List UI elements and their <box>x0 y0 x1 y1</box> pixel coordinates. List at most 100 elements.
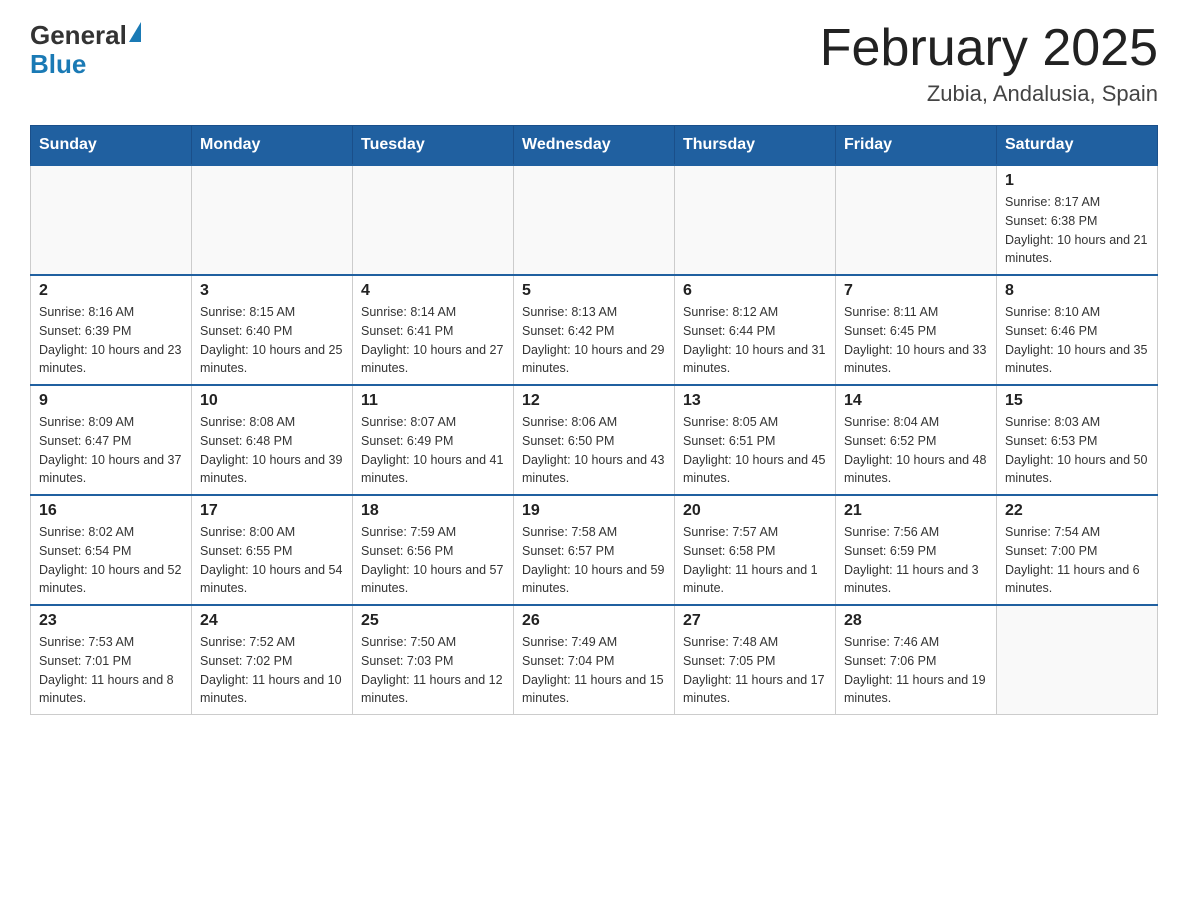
day-info: Sunrise: 8:10 AMSunset: 6:46 PMDaylight:… <box>1005 303 1149 378</box>
calendar-cell: 1 Sunrise: 8:17 AMSunset: 6:38 PMDaylight… <box>997 165 1158 275</box>
calendar-cell <box>353 165 514 275</box>
calendar-cell: 25 Sunrise: 7:50 AMSunset: 7:03 PMDayligh… <box>353 605 514 715</box>
week-row-5: 23 Sunrise: 7:53 AMSunset: 7:01 PMDayligh… <box>31 605 1158 715</box>
weekday-header-sunday: Sunday <box>31 126 192 166</box>
day-info: Sunrise: 7:53 AMSunset: 7:01 PMDaylight:… <box>39 633 183 708</box>
weekday-header-wednesday: Wednesday <box>514 126 675 166</box>
calendar-cell: 26Sunrise: 7:49 AMSunset: 7:04 PMDayligh… <box>514 605 675 715</box>
logo: General Blue <box>30 20 141 80</box>
day-number: 22 <box>1005 502 1149 520</box>
day-info: Sunrise: 7:50 AMSunset: 7:03 PMDaylight:… <box>361 633 505 708</box>
calendar-cell: 14 Sunrise: 8:04 AMSunset: 6:52 PMDayligh… <box>836 385 997 495</box>
calendar-cell: 23 Sunrise: 7:53 AMSunset: 7:01 PMDayligh… <box>31 605 192 715</box>
day-info: Sunrise: 7:48 AMSunset: 7:05 PMDaylight:… <box>683 633 827 708</box>
day-number: 9 <box>39 392 183 410</box>
day-info: Sunrise: 8:09 AMSunset: 6:47 PMDaylight:… <box>39 413 183 488</box>
calendar-cell: 28 Sunrise: 7:46 AMSunset: 7:06 PMDayligh… <box>836 605 997 715</box>
month-title: February 2025 <box>820 20 1158 77</box>
day-number: 2 <box>39 282 183 300</box>
day-number: 16 <box>39 502 183 520</box>
day-number: 15 <box>1005 392 1149 410</box>
weekday-header-row: SundayMondayTuesdayWednesdayThursdayFrid… <box>31 126 1158 166</box>
day-number: 23 <box>39 612 183 630</box>
day-info: Sunrise: 7:46 AMSunset: 7:06 PMDaylight:… <box>844 633 988 708</box>
week-row-2: 2 Sunrise: 8:16 AMSunset: 6:39 PMDaylight… <box>31 275 1158 385</box>
calendar-cell: 22Sunrise: 7:54 AMSunset: 7:00 PMDayligh… <box>997 495 1158 605</box>
calendar-cell: 20 Sunrise: 7:57 AMSunset: 6:58 PMDayligh… <box>675 495 836 605</box>
day-number: 6 <box>683 282 827 300</box>
day-number: 26 <box>522 612 666 630</box>
weekday-header-monday: Monday <box>192 126 353 166</box>
day-number: 20 <box>683 502 827 520</box>
day-info: Sunrise: 7:57 AMSunset: 6:58 PMDaylight:… <box>683 523 827 598</box>
week-row-4: 16 Sunrise: 8:02 AMSunset: 6:54 PMDayligh… <box>31 495 1158 605</box>
day-number: 8 <box>1005 282 1149 300</box>
calendar-cell <box>31 165 192 275</box>
day-number: 12 <box>522 392 666 410</box>
calendar-cell: 13 Sunrise: 8:05 AMSunset: 6:51 PMDayligh… <box>675 385 836 495</box>
calendar-cell <box>192 165 353 275</box>
day-number: 4 <box>361 282 505 300</box>
calendar-cell: 24Sunrise: 7:52 AMSunset: 7:02 PMDayligh… <box>192 605 353 715</box>
weekday-header-thursday: Thursday <box>675 126 836 166</box>
location-text: Zubia, Andalusia, Spain <box>820 81 1158 107</box>
day-number: 13 <box>683 392 827 410</box>
calendar-cell: 15 Sunrise: 8:03 AMSunset: 6:53 PMDayligh… <box>997 385 1158 495</box>
calendar-cell <box>997 605 1158 715</box>
calendar-cell: 2 Sunrise: 8:16 AMSunset: 6:39 PMDaylight… <box>31 275 192 385</box>
day-number: 25 <box>361 612 505 630</box>
calendar-cell <box>675 165 836 275</box>
calendar-cell: 8 Sunrise: 8:10 AMSunset: 6:46 PMDaylight… <box>997 275 1158 385</box>
day-info: Sunrise: 8:17 AMSunset: 6:38 PMDaylight:… <box>1005 193 1149 268</box>
calendar-cell: 10 Sunrise: 8:08 AMSunset: 6:48 PMDayligh… <box>192 385 353 495</box>
day-info: Sunrise: 8:06 AMSunset: 6:50 PMDaylight:… <box>522 413 666 488</box>
day-info: Sunrise: 8:11 AMSunset: 6:45 PMDaylight:… <box>844 303 988 378</box>
day-info: Sunrise: 8:04 AMSunset: 6:52 PMDaylight:… <box>844 413 988 488</box>
day-number: 17 <box>200 502 344 520</box>
weekday-header-friday: Friday <box>836 126 997 166</box>
day-number: 3 <box>200 282 344 300</box>
calendar-cell: 3 Sunrise: 8:15 AMSunset: 6:40 PMDaylight… <box>192 275 353 385</box>
day-number: 10 <box>200 392 344 410</box>
weekday-header-saturday: Saturday <box>997 126 1158 166</box>
day-number: 19 <box>522 502 666 520</box>
calendar-cell: 5 Sunrise: 8:13 AMSunset: 6:42 PMDaylight… <box>514 275 675 385</box>
calendar-cell: 17 Sunrise: 8:00 AMSunset: 6:55 PMDayligh… <box>192 495 353 605</box>
day-info: Sunrise: 8:15 AMSunset: 6:40 PMDaylight:… <box>200 303 344 378</box>
day-info: Sunrise: 8:08 AMSunset: 6:48 PMDaylight:… <box>200 413 344 488</box>
calendar-table: SundayMondayTuesdayWednesdayThursdayFrid… <box>30 125 1158 715</box>
day-info: Sunrise: 8:05 AMSunset: 6:51 PMDaylight:… <box>683 413 827 488</box>
calendar-cell: 18 Sunrise: 7:59 AMSunset: 6:56 PMDayligh… <box>353 495 514 605</box>
day-number: 1 <box>1005 172 1149 190</box>
day-info: Sunrise: 7:58 AMSunset: 6:57 PMDaylight:… <box>522 523 666 598</box>
day-info: Sunrise: 8:03 AMSunset: 6:53 PMDaylight:… <box>1005 413 1149 488</box>
day-number: 14 <box>844 392 988 410</box>
day-number: 28 <box>844 612 988 630</box>
calendar-cell: 7 Sunrise: 8:11 AMSunset: 6:45 PMDaylight… <box>836 275 997 385</box>
calendar-cell: 9 Sunrise: 8:09 AMSunset: 6:47 PMDaylight… <box>31 385 192 495</box>
calendar-cell <box>514 165 675 275</box>
day-info: Sunrise: 8:02 AMSunset: 6:54 PMDaylight:… <box>39 523 183 598</box>
day-number: 5 <box>522 282 666 300</box>
calendar-cell: 21Sunrise: 7:56 AMSunset: 6:59 PMDayligh… <box>836 495 997 605</box>
day-number: 21 <box>844 502 988 520</box>
day-info: Sunrise: 7:52 AMSunset: 7:02 PMDaylight:… <box>200 633 344 708</box>
calendar-cell: 6 Sunrise: 8:12 AMSunset: 6:44 PMDaylight… <box>675 275 836 385</box>
day-info: Sunrise: 7:59 AMSunset: 6:56 PMDaylight:… <box>361 523 505 598</box>
day-info: Sunrise: 8:16 AMSunset: 6:39 PMDaylight:… <box>39 303 183 378</box>
calendar-cell: 4Sunrise: 8:14 AMSunset: 6:41 PMDaylight… <box>353 275 514 385</box>
day-number: 11 <box>361 392 505 410</box>
calendar-cell: 19 Sunrise: 7:58 AMSunset: 6:57 PMDayligh… <box>514 495 675 605</box>
day-number: 18 <box>361 502 505 520</box>
day-info: Sunrise: 8:12 AMSunset: 6:44 PMDaylight:… <box>683 303 827 378</box>
logo-blue-text: Blue <box>30 49 141 80</box>
day-info: Sunrise: 8:00 AMSunset: 6:55 PMDaylight:… <box>200 523 344 598</box>
page-header: General Blue February 2025 Zubia, Andalu… <box>30 20 1158 107</box>
calendar-cell: 16 Sunrise: 8:02 AMSunset: 6:54 PMDayligh… <box>31 495 192 605</box>
logo-general-text: General <box>30 20 127 51</box>
day-info: Sunrise: 8:13 AMSunset: 6:42 PMDaylight:… <box>522 303 666 378</box>
day-number: 7 <box>844 282 988 300</box>
calendar-cell: 11 Sunrise: 8:07 AMSunset: 6:49 PMDayligh… <box>353 385 514 495</box>
weekday-header-tuesday: Tuesday <box>353 126 514 166</box>
day-info: Sunrise: 8:07 AMSunset: 6:49 PMDaylight:… <box>361 413 505 488</box>
